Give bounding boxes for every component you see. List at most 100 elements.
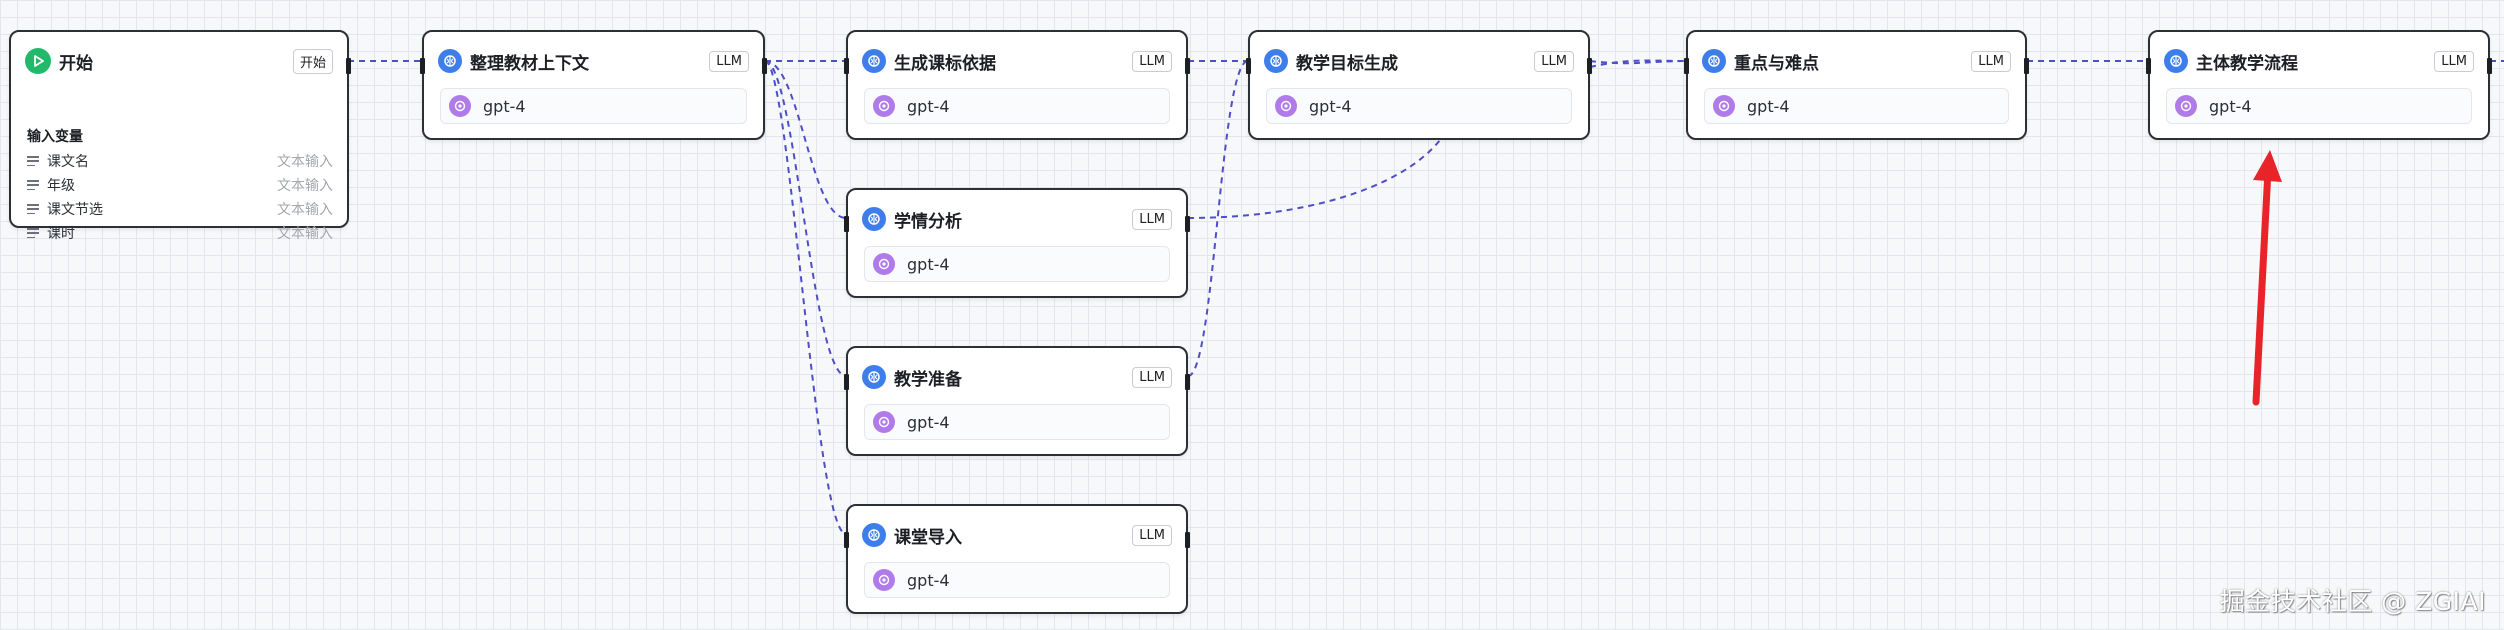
node-header: 教学准备 LLM [862,362,1172,392]
model-selector[interactable]: gpt-4 [864,88,1170,124]
output-port[interactable] [1185,58,1190,74]
model-name: gpt-4 [1747,96,1790,116]
openai-icon [1275,95,1297,117]
node-header: 整理教材上下文 LLM [438,46,749,76]
llm-brain-icon [862,49,886,73]
text-lines-icon [27,180,39,190]
var-name: 年级 [47,178,75,194]
model-selector[interactable]: gpt-4 [2166,88,2472,124]
var-row[interactable]: 课文节选 文本输入 [27,198,333,220]
node-header: 生成课标依据 LLM [862,46,1172,76]
llm-badge: LLM [1534,50,1574,72]
model-name: gpt-4 [907,570,950,590]
var-name: 课文名 [47,154,89,170]
llm-node-prep[interactable]: 教学准备 LLM gpt-4 [844,346,1190,456]
output-port[interactable] [1587,58,1592,74]
start-node[interactable]: 开始 开始 输入变量 课文名 文本输入 年级 文本输入 课文节选 文本输入 课时… [9,30,351,242]
output-port[interactable] [1185,216,1190,232]
workflow-canvas[interactable]: 开始 开始 输入变量 课文名 文本输入 年级 文本输入 课文节选 文本输入 课时… [0,0,2504,630]
model-name: gpt-4 [907,96,950,116]
openai-icon [873,253,895,275]
model-name: gpt-4 [1309,96,1352,116]
text-lines-icon [27,204,39,214]
llm-node-goals[interactable]: 教学目标生成 LLM gpt-4 [1246,30,1592,140]
llm-badge: LLM [1132,208,1172,230]
text-lines-icon [27,156,39,166]
var-row[interactable]: 课文名 文本输入 [27,150,333,172]
llm-node-keypoints[interactable]: 重点与难点 LLM gpt-4 [1684,30,2029,140]
output-port[interactable] [1185,532,1190,548]
llm-badge: LLM [1132,50,1172,72]
start-node-badge: 开始 [292,48,333,74]
model-name: gpt-4 [907,254,950,274]
llm-node-mainflow[interactable]: 主体教学流程 LLM gpt-4 [2146,30,2492,140]
edge-organize-prep [764,60,847,377]
model-name: gpt-4 [907,412,950,432]
text-lines-icon [27,228,39,238]
openai-icon [873,569,895,591]
node-title: 课堂导入 [894,527,962,548]
llm-brain-icon [862,365,886,389]
var-name: 课文节选 [47,202,103,218]
node-title: 主体教学流程 [2196,53,2298,74]
llm-brain-icon [438,49,462,73]
input-port[interactable] [844,58,849,74]
input-port[interactable] [2146,58,2151,74]
var-type: 文本输入 [277,202,333,218]
openai-icon [449,95,471,117]
input-port[interactable] [1246,58,1251,74]
llm-node-organize[interactable]: 整理教材上下文 LLM gpt-4 [420,30,767,140]
model-selector[interactable]: gpt-4 [1704,88,2009,124]
llm-badge: LLM [1132,366,1172,388]
output-port[interactable] [2487,58,2492,74]
model-selector[interactable]: gpt-4 [864,246,1170,282]
var-type: 文本输入 [277,226,333,242]
var-type: 文本输入 [277,178,333,194]
play-icon [25,48,51,74]
input-port[interactable] [844,532,849,548]
node-title: 学情分析 [894,211,962,232]
llm-brain-icon [1264,49,1288,73]
node-title: 生成课标依据 [894,53,996,74]
output-port[interactable] [1185,374,1190,390]
node-title: 重点与难点 [1734,53,1819,74]
var-row[interactable]: 年级 文本输入 [27,174,333,196]
openai-icon [873,411,895,433]
input-port[interactable] [420,58,425,74]
llm-badge: LLM [2434,50,2474,72]
llm-node-analysis[interactable]: 学情分析 LLM gpt-4 [844,188,1190,298]
var-type: 文本输入 [277,154,333,170]
node-header: 学情分析 LLM [862,204,1172,234]
edge-organize-analysis [764,60,847,219]
output-port[interactable] [2024,58,2029,74]
edge-analysis-goals [1187,139,1441,219]
node-header: 主体教学流程 LLM [2164,46,2474,76]
llm-brain-icon [862,207,886,231]
node-header: 教学目标生成 LLM [1264,46,1574,76]
watermark: 掘金技术社区 @ ZGIAI [2219,587,2486,616]
red-arrow-annotation [2252,150,2282,406]
input-port[interactable] [1684,58,1689,74]
llm-brain-icon [862,523,886,547]
model-selector[interactable]: gpt-4 [864,562,1170,598]
output-port[interactable] [762,58,767,74]
edge-organize-intro [764,60,847,535]
output-port[interactable] [346,58,351,74]
llm-node-standards[interactable]: 生成课标依据 LLM gpt-4 [844,30,1190,140]
start-node-header: 开始 开始 [25,46,333,76]
llm-badge: LLM [709,50,749,72]
var-row[interactable]: 课时 文本输入 [27,222,333,244]
node-header: 重点与难点 LLM [1702,46,2011,76]
llm-node-intro[interactable]: 课堂导入 LLM gpt-4 [844,504,1190,614]
node-title: 整理教材上下文 [470,53,589,74]
input-port[interactable] [844,216,849,232]
model-selector[interactable]: gpt-4 [1266,88,1572,124]
openai-icon [873,95,895,117]
model-selector[interactable]: gpt-4 [864,404,1170,440]
input-port[interactable] [844,374,849,390]
model-selector[interactable]: gpt-4 [440,88,747,124]
model-name: gpt-4 [483,96,526,116]
llm-brain-icon [2164,49,2188,73]
input-vars-title: 输入变量 [27,129,83,145]
node-title: 教学目标生成 [1296,53,1398,74]
